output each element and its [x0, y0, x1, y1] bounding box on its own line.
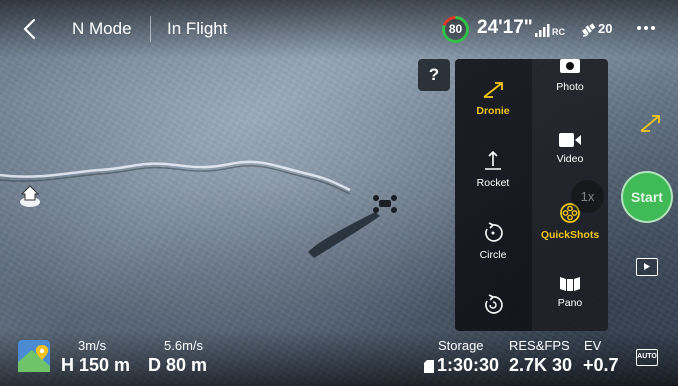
resfps-label: RES&FPS [509, 338, 570, 353]
mode-pano-label: Pano [557, 297, 583, 309]
back-icon[interactable] [18, 16, 42, 42]
mode-photo-label: Photo [556, 81, 584, 93]
quickshot-rocket-label: Rocket [476, 177, 510, 189]
quickshot-dronie-label: Dronie [476, 105, 510, 117]
mode-video[interactable]: Video [532, 131, 608, 165]
start-button[interactable]: Start [621, 171, 673, 223]
video-icon [559, 133, 581, 147]
distance-readout: D 80 m [148, 355, 208, 375]
more-icon[interactable] [636, 20, 656, 36]
quickshot-circle[interactable]: Circle [455, 221, 531, 261]
quickshot-rocket[interactable]: Rocket [455, 149, 531, 189]
flight-mode[interactable]: N Mode [72, 19, 132, 39]
helix-icon [485, 294, 503, 314]
help-button[interactable]: ? [418, 59, 450, 91]
battery-percent: 80 [448, 22, 463, 36]
zoom-button[interactable]: 1x [571, 180, 604, 213]
drone-marker [373, 195, 397, 213]
satellite-count: 20 [598, 21, 613, 36]
camera-icon [560, 59, 580, 73]
quickshot-dronie[interactable]: Dronie [455, 79, 531, 117]
horizontal-speed: 5.6m/s [164, 338, 204, 353]
sd-card-icon [424, 360, 434, 373]
ev-label: EV [584, 338, 602, 353]
camera-view: N Mode In Flight 80 24'17" RC 20 ? Droni… [0, 0, 678, 386]
pano-icon [560, 277, 580, 291]
map-icon[interactable] [18, 340, 50, 372]
play-icon [644, 263, 650, 270]
dronie-icon [483, 82, 503, 98]
storage-value[interactable]: 1:30:30 [437, 355, 499, 376]
home-point-icon [20, 185, 40, 207]
height-readout: H 150 m [61, 355, 131, 375]
playback-button[interactable] [636, 258, 658, 276]
resfps-value[interactable]: 2.7K 30 [509, 355, 572, 376]
flight-time: 24'17" [477, 17, 533, 38]
vertical-speed: 3m/s [78, 338, 107, 353]
quickshot-dronie-shortcut-icon[interactable] [638, 111, 662, 135]
rc-label: RC [552, 27, 565, 37]
storage-label: Storage [438, 338, 484, 353]
quickshot-circle-label: Circle [479, 249, 507, 261]
rc-signal-icon: RC [535, 24, 565, 37]
mode-video-label: Video [556, 153, 584, 165]
mode-pano[interactable]: Pano [532, 275, 608, 309]
header-divider [150, 16, 151, 42]
ev-value[interactable]: +0.7 [583, 355, 619, 376]
circle-icon [485, 222, 503, 242]
flight-status: In Flight [167, 19, 228, 38]
mode-quickshots-label: QuickShots [540, 229, 600, 241]
rocket-icon [485, 150, 501, 170]
auto-exposure-button[interactable]: AUTO [636, 349, 658, 366]
mode-photo[interactable]: Photo [532, 59, 608, 93]
quickshot-list: Dronie Rocket Circle [455, 59, 531, 331]
quickshot-helix[interactable] [455, 293, 531, 321]
